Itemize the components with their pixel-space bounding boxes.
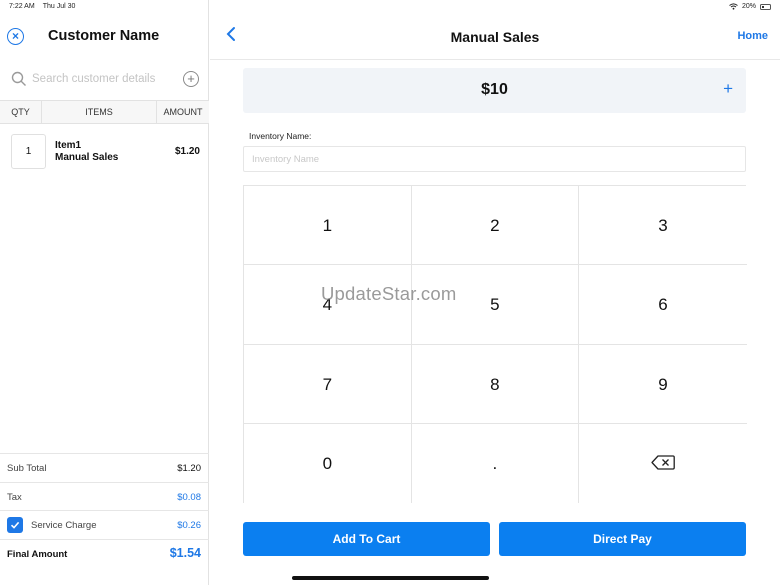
tax-value[interactable]: $0.08: [177, 492, 201, 503]
item-qty[interactable]: 1: [11, 134, 46, 169]
subtotal-label: Sub Total: [7, 463, 47, 474]
plus-icon[interactable]: +: [723, 79, 733, 99]
inventory-name-label: Inventory Name:: [249, 131, 312, 141]
key-1[interactable]: 1: [244, 186, 412, 266]
key-6[interactable]: 6: [579, 265, 747, 345]
key-9[interactable]: 9: [579, 344, 747, 424]
customer-header: × Customer Name: [0, 14, 209, 60]
column-items: ITEMS: [42, 101, 157, 123]
totals-section: Sub Total $1.20 Tax $0.08 Service Charge…: [0, 453, 209, 567]
home-indicator[interactable]: [292, 576, 489, 580]
key-2[interactable]: 2: [411, 186, 580, 266]
watermark-text: UpdateStar.com: [321, 283, 457, 304]
inventory-name-input[interactable]: [243, 146, 746, 172]
cart-item-row[interactable]: 1 Item1 Manual Sales $1.20: [0, 133, 209, 169]
amount-value: $10: [481, 81, 508, 98]
key-decimal[interactable]: .: [411, 423, 580, 504]
backspace-icon: [651, 455, 675, 470]
service-charge-label: Service Charge: [31, 520, 97, 531]
item-name: Item1: [55, 140, 82, 151]
column-amount: AMOUNT: [163, 107, 203, 117]
subtotal-row: Sub Total $1.20: [0, 453, 209, 482]
numeric-keypad: 1 2 3 4 5 6 7 8 9 0 .: [243, 185, 747, 504]
checkmark-icon: [10, 521, 20, 529]
final-amount-row: Final Amount $1.54: [0, 538, 209, 568]
close-circle-icon[interactable]: ×: [7, 28, 24, 45]
cart-table-header: QTY ITEMS AMOUNT: [0, 100, 209, 124]
service-charge-value[interactable]: $0.26: [177, 520, 201, 531]
tax-row: Tax $0.08: [0, 481, 209, 511]
tax-label: Tax: [7, 491, 22, 503]
service-charge-row: Service Charge $0.26: [0, 510, 209, 539]
item-amount: $1.20: [174, 146, 200, 157]
home-link[interactable]: Home: [737, 30, 768, 42]
add-circle-icon[interactable]: +: [183, 71, 199, 87]
customer-panel: × Customer Name + QTY ITEMS AMOUNT 1 Ite…: [0, 0, 209, 585]
search-icon: [11, 71, 26, 86]
customer-search-row: +: [0, 62, 209, 98]
service-charge-checkbox[interactable]: [7, 517, 23, 533]
key-7[interactable]: 7: [244, 344, 412, 424]
page-title: Manual Sales: [450, 29, 540, 45]
key-8[interactable]: 8: [411, 344, 580, 424]
manual-sales-panel: Manual Sales Home $10 + Inventory Name: …: [210, 0, 780, 585]
key-backspace[interactable]: [579, 423, 747, 504]
key-0[interactable]: 0: [244, 423, 412, 504]
key-3[interactable]: 3: [579, 186, 747, 266]
customer-title: Customer Name: [48, 28, 160, 44]
final-amount-value: $1.54: [169, 545, 201, 560]
subtotal-value: $1.20: [177, 463, 201, 474]
item-subtitle: Manual Sales: [55, 152, 119, 163]
amount-display: $10 +: [243, 68, 746, 113]
customer-search-input[interactable]: [32, 70, 172, 88]
column-qty: QTY: [0, 101, 42, 123]
sales-header: Manual Sales Home: [210, 14, 780, 60]
final-amount-label: Final Amount: [7, 548, 68, 560]
add-to-cart-button[interactable]: Add To Cart: [243, 522, 490, 556]
direct-pay-button[interactable]: Direct Pay: [499, 522, 746, 556]
